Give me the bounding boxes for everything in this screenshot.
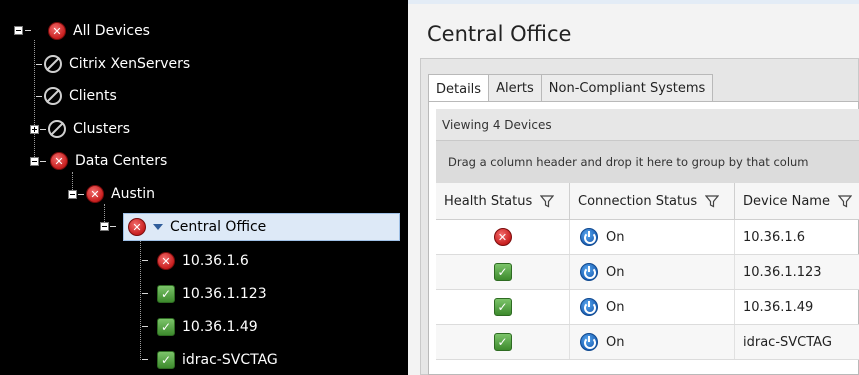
tree-item-clusters[interactable]: Clusters: [48, 115, 130, 143]
connection-cell: On: [570, 220, 735, 254]
critical-status-icon: ✕: [48, 22, 66, 40]
check-icon: ✓: [157, 351, 175, 369]
expand-toggle[interactable]: [30, 125, 39, 134]
column-header-health-status[interactable]: Health Status: [436, 183, 570, 220]
tree-item-clients[interactable]: Clients: [44, 82, 117, 110]
tree-item-device[interactable]: ✓ idrac-SVCTAG: [157, 346, 278, 374]
tree-item-label: Clusters: [73, 121, 130, 137]
tree-item-label: Clients: [69, 88, 117, 104]
connection-status-text: On: [606, 334, 625, 350]
top-divider: [408, 0, 859, 4]
column-header-label: Device Name: [743, 193, 830, 209]
filter-funnel-icon[interactable]: [837, 194, 852, 208]
check-icon: ✓: [157, 318, 175, 336]
collapse-toggle[interactable]: [100, 222, 109, 231]
critical-status-icon: ✕: [493, 228, 512, 246]
collapse-toggle[interactable]: [68, 190, 77, 199]
tab-bar: Details Alerts Non-Compliant Systems: [428, 74, 714, 103]
tab-alerts[interactable]: Alerts: [488, 74, 542, 102]
group-by-drop-zone[interactable]: Drag a column header and drop it here to…: [436, 141, 859, 183]
health-cell: ✓: [436, 325, 570, 359]
device-name-cell: idrac-SVCTAG: [743, 334, 832, 350]
tree-item-austin[interactable]: ✕ Austin: [86, 180, 155, 208]
page-title: Central Office: [427, 22, 572, 46]
power-icon: [580, 228, 598, 246]
tree-item-label: Data Centers: [75, 153, 168, 169]
filter-funnel-icon[interactable]: [540, 194, 555, 208]
health-cell: ✓: [436, 255, 570, 289]
tree-item-device[interactable]: ✕ 10.36.1.6: [157, 247, 249, 275]
table-row[interactable]: ✓ On 10.36.1.123: [436, 255, 859, 290]
device-name-cell: 10.36.1.123: [743, 264, 822, 280]
tree-item-device[interactable]: ✓ 10.36.1.123: [157, 280, 267, 308]
tree-item-central-office[interactable]: ✕ Central Office: [123, 213, 400, 241]
not-available-icon: [44, 55, 62, 73]
connection-status-text: On: [606, 229, 625, 245]
tree-item-label: 10.36.1.6: [182, 253, 249, 269]
power-icon: [580, 263, 598, 281]
power-icon: [580, 298, 598, 316]
table-row[interactable]: ✕ On 10.36.1.6: [436, 220, 859, 255]
tree-item-label: idrac-SVCTAG: [182, 352, 278, 368]
column-header-connection-status[interactable]: Connection Status: [570, 183, 735, 220]
table-row[interactable]: ✓ On idrac-SVCTAG: [436, 325, 859, 360]
tree-item-data-centers[interactable]: ✕ Data Centers: [50, 147, 167, 175]
check-icon: ✓: [493, 333, 512, 351]
tree-item-label: 10.36.1.123: [182, 286, 267, 302]
table-row[interactable]: ✓ On 10.36.1.49: [436, 290, 859, 325]
device-name-cell: 10.36.1.49: [743, 299, 814, 315]
collapse-toggle[interactable]: [14, 26, 23, 35]
tree-item-label: Austin: [111, 186, 155, 202]
device-name-cell: 10.36.1.6: [743, 229, 806, 245]
dropdown-arrow-icon[interactable]: [153, 224, 163, 230]
critical-status-icon: ✕: [157, 252, 175, 270]
power-icon: [580, 333, 598, 351]
check-icon: ✓: [493, 263, 512, 281]
check-icon: ✓: [493, 298, 512, 316]
connection-cell: On: [570, 290, 735, 324]
device-tree: ✕ All Devices Citrix XenServers Clients …: [0, 0, 408, 375]
not-available-icon: [44, 87, 62, 105]
not-available-icon: [48, 120, 66, 138]
connection-status-text: On: [606, 299, 625, 315]
tree-item-label: All Devices: [73, 23, 150, 39]
tab-details[interactable]: Details: [428, 74, 490, 103]
collapse-toggle[interactable]: [30, 157, 39, 166]
column-header-label: Health Status: [444, 193, 533, 209]
tree-item-device[interactable]: ✓ 10.36.1.49: [157, 313, 258, 341]
critical-status-icon: ✕: [86, 185, 104, 203]
critical-status-icon: ✕: [50, 152, 68, 170]
health-cell: ✓: [436, 290, 570, 324]
filter-funnel-icon[interactable]: [705, 194, 720, 208]
viewing-count: Viewing 4 Devices: [436, 109, 859, 141]
health-cell: ✕: [436, 220, 570, 254]
connection-cell: On: [570, 325, 735, 359]
tree-item-all-devices[interactable]: ✕ All Devices: [48, 17, 150, 45]
critical-status-icon: ✕: [128, 218, 146, 236]
connection-status-text: On: [606, 264, 625, 280]
tree-item-label: Citrix XenServers: [69, 56, 191, 72]
connection-cell: On: [570, 255, 735, 289]
column-header-label: Connection Status: [578, 193, 698, 209]
tree-item-label: 10.36.1.49: [182, 319, 258, 335]
check-icon: ✓: [157, 285, 175, 303]
tree-item-label: Central Office: [170, 219, 267, 235]
tree-item-citrix-xenservers[interactable]: Citrix XenServers: [44, 50, 190, 78]
column-header-device-name[interactable]: Device Name: [735, 183, 859, 220]
tab-non-compliant-systems[interactable]: Non-Compliant Systems: [540, 74, 714, 102]
